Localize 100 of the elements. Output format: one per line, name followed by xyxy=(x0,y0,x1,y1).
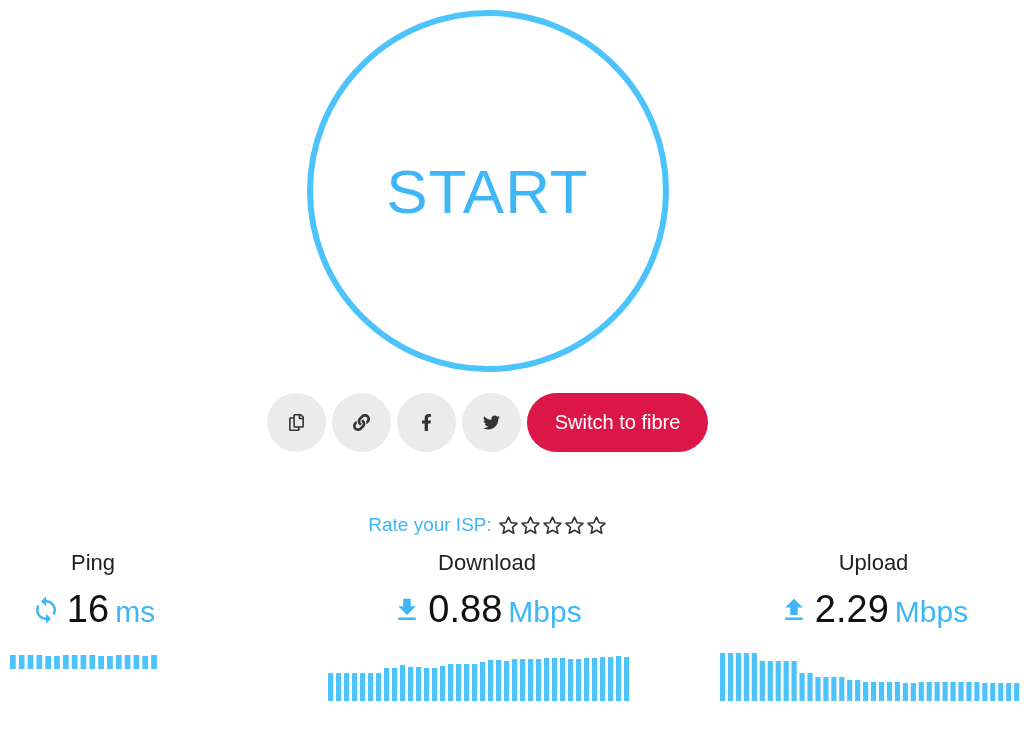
history-bar xyxy=(863,682,869,701)
history-bar xyxy=(799,673,805,701)
history-bar xyxy=(408,667,414,701)
history-bar xyxy=(608,657,614,701)
twitter-icon xyxy=(482,414,500,431)
history-bar xyxy=(54,656,60,669)
history-bar xyxy=(791,661,797,701)
history-bar xyxy=(480,662,486,701)
history-bar xyxy=(18,655,25,669)
history-bar xyxy=(600,657,606,701)
stat-unit: Mbps xyxy=(508,595,582,629)
history-bar xyxy=(416,667,422,701)
rate-label: Rate your ISP: xyxy=(368,514,492,536)
history-bar xyxy=(847,680,853,701)
star-icon[interactable] xyxy=(563,514,585,536)
history-bar xyxy=(392,668,398,701)
history-bar xyxy=(528,659,534,701)
star-icon[interactable] xyxy=(585,514,607,536)
history-bar xyxy=(328,673,334,701)
history-bar xyxy=(552,658,558,701)
history-bar xyxy=(488,660,494,701)
history-bar xyxy=(151,655,157,669)
history-bar xyxy=(384,668,390,701)
history-bar xyxy=(133,655,140,669)
history-bar xyxy=(982,683,988,701)
history-bar xyxy=(10,655,16,669)
stat-value: 16 xyxy=(66,588,110,631)
history-bar xyxy=(424,668,430,701)
history-bar xyxy=(576,659,582,701)
history-bar xyxy=(855,680,861,701)
history-bar xyxy=(902,683,908,701)
history-bar xyxy=(360,673,366,701)
history-bar xyxy=(831,677,837,701)
history-bar xyxy=(584,658,590,701)
history-bar xyxy=(751,653,757,701)
history-bar xyxy=(616,656,622,701)
history-bar xyxy=(448,664,454,701)
stat-title: Upload xyxy=(838,550,909,576)
history-bar xyxy=(80,655,87,669)
copy-icon xyxy=(287,414,305,431)
history-bar xyxy=(815,677,821,701)
history-bar xyxy=(504,661,510,701)
history-bar xyxy=(998,683,1004,701)
history-bar xyxy=(990,683,996,701)
history-bar xyxy=(767,661,773,701)
history-bar xyxy=(36,655,43,669)
history-bar xyxy=(400,665,406,701)
history-bar xyxy=(950,682,956,701)
stat-title: Ping xyxy=(70,550,115,576)
stat-title: Download xyxy=(438,550,536,576)
star-icon[interactable] xyxy=(497,514,519,536)
stat-value: 0.88 xyxy=(428,588,503,631)
history-bar xyxy=(775,661,781,701)
history-bar xyxy=(376,673,382,701)
history-bar xyxy=(974,682,980,701)
history-bar xyxy=(568,659,574,701)
history-bar xyxy=(124,655,131,669)
history-bar xyxy=(624,657,630,701)
history-bar xyxy=(1014,683,1020,701)
history-bar xyxy=(807,673,813,701)
history-bar xyxy=(934,682,940,701)
history-bar xyxy=(496,660,502,701)
history-bar xyxy=(89,655,96,669)
history-bar xyxy=(472,664,478,701)
history-bar xyxy=(27,655,34,669)
history-bar xyxy=(512,659,518,701)
history-bar xyxy=(520,659,526,701)
history-bar xyxy=(456,664,462,701)
history-bar xyxy=(544,658,550,701)
history-bar xyxy=(839,677,845,701)
stat-unit: Mbps xyxy=(894,595,969,629)
link-icon xyxy=(352,414,370,431)
history-bar xyxy=(1006,683,1012,701)
history-bar xyxy=(432,668,438,701)
history-bar xyxy=(823,677,829,701)
switch-to-fibre-button[interactable]: Switch to fibre xyxy=(526,393,709,452)
history-bar xyxy=(98,656,104,669)
history-bar xyxy=(352,673,358,701)
history-bar xyxy=(368,673,374,701)
history-bar xyxy=(344,673,350,701)
stat-unit: ms xyxy=(115,595,156,629)
history-bar xyxy=(115,655,122,669)
history-bar xyxy=(71,655,78,669)
star-icon[interactable] xyxy=(519,514,541,536)
history-bar xyxy=(107,656,113,669)
history-bar xyxy=(142,656,149,669)
history-bar xyxy=(918,682,924,701)
history-bar xyxy=(62,655,69,669)
stat-value: 2.29 xyxy=(814,588,889,631)
history-bar xyxy=(910,683,916,701)
history-bar xyxy=(942,682,948,701)
history-bar xyxy=(926,682,932,701)
history-bar xyxy=(464,664,470,701)
star-icon[interactable] xyxy=(541,514,563,536)
history-bar xyxy=(759,661,765,701)
history-bar xyxy=(536,659,542,701)
history-bar xyxy=(440,666,446,701)
history-bar xyxy=(336,673,342,701)
history-bar xyxy=(560,658,566,701)
history-bar xyxy=(592,658,598,701)
